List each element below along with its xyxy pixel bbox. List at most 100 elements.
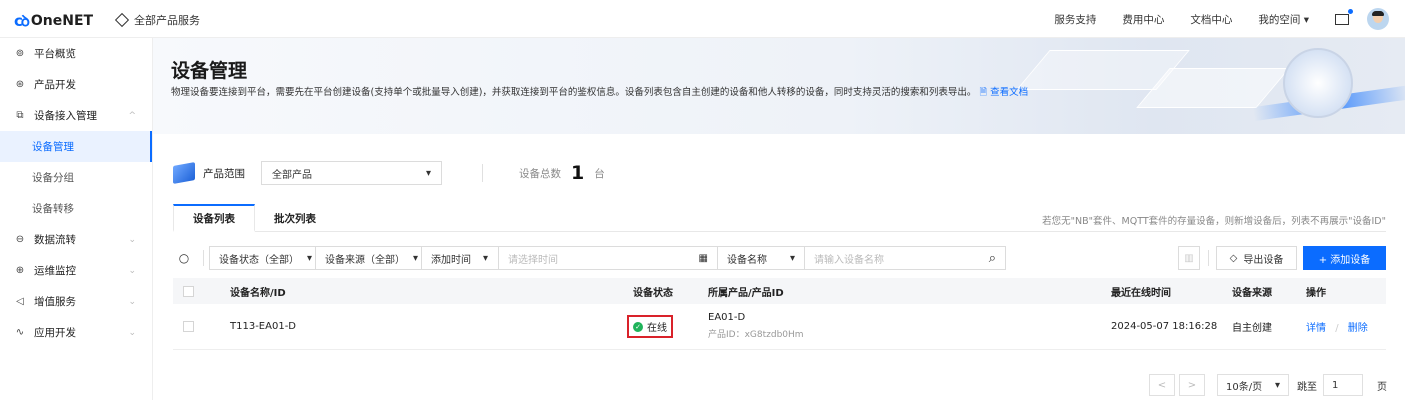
view-docs-link[interactable]: 🗎 查看文档	[979, 87, 1028, 98]
detail-link[interactable]: 详情	[1306, 323, 1326, 334]
chevron-down-icon: ⌄	[128, 234, 136, 245]
sidebar-item-overview[interactable]: ⊚ 平台概览	[0, 38, 152, 69]
sidebar: ⊚ 平台概览 ⊛ 产品开发 ⧉ 设备接入管理 ^ 设备管理 设备分组 设备转移 …	[0, 38, 153, 400]
add-time-field-select[interactable]: 添加时间 ▾	[421, 246, 499, 270]
delete-batch-button[interactable]: ▥	[1178, 246, 1200, 270]
avatar[interactable]	[1367, 8, 1389, 30]
sidebar-item-ops-monitor[interactable]: ⊕ 运维监控 ⌄	[0, 255, 152, 286]
sidebar-item-label: 设备接入管理	[34, 110, 97, 122]
device-status-filter-label: 设备状态（全部）	[219, 254, 299, 266]
mail-icon[interactable]	[1335, 8, 1353, 25]
caret-down-icon: ▾	[483, 252, 489, 264]
caret-down-icon: ▾	[789, 252, 795, 264]
page-title: 设备管理	[171, 60, 248, 82]
filter-bar: ○ 设备状态（全部） ▾ 设备来源（全部） ▾ 添加时间 ▾ 请选择时间 ▦ 设…	[173, 246, 1386, 270]
export-devices-label: 导出设备	[1243, 254, 1284, 266]
delete-link[interactable]: 删除	[1348, 323, 1368, 334]
tab-batch-list[interactable]: 批次列表	[255, 204, 335, 232]
device-table: 设备名称/ID 设备状态 所属产品/产品ID 最近在线时间 设备来源 操作 T1…	[173, 278, 1386, 350]
time-picker-input[interactable]: 请选择时间 ▦	[498, 246, 718, 270]
goto-label: 跳至	[1297, 381, 1317, 393]
sidebar-item-label: 产品开发	[34, 79, 76, 91]
sidebar-item-label: 增值服务	[34, 296, 76, 308]
header-last-online: 最近在线时间	[1111, 287, 1171, 299]
header-actions: 操作	[1306, 287, 1326, 299]
onenet-logo[interactable]: cꝺ OneNET	[14, 11, 93, 31]
device-status-filter[interactable]: 设备状态（全部） ▾	[209, 246, 323, 270]
product-id: 产品ID：xG8tzdb0Hm	[708, 330, 804, 340]
table-row: T113-EA01-D ✓ 在线 EA01-D 产品ID：xG8tzdb0Hm …	[173, 304, 1386, 350]
page-size-value: 10条/页	[1226, 381, 1263, 393]
trash-icon: ▥	[1184, 252, 1194, 264]
select-all-checkbox[interactable]	[183, 285, 194, 297]
product-scope-select[interactable]: 全部产品 ▾	[261, 161, 442, 185]
device-name-search-input[interactable]: 请输入设备名称 ⌕	[804, 246, 1006, 270]
product-name: EA01-D	[708, 312, 746, 323]
action-separator: /	[1335, 323, 1339, 334]
device-source: 自主创建	[1232, 323, 1272, 334]
prev-page-button[interactable]: <	[1149, 374, 1175, 396]
divider	[203, 250, 204, 266]
all-products-menu[interactable]: 全部产品服务	[114, 12, 200, 28]
actions-cell: 详情 / 删除	[1306, 319, 1368, 334]
logo-mark-icon: cꝺ	[14, 12, 30, 30]
tab-device-list[interactable]: 设备列表	[173, 204, 255, 232]
divider	[1208, 250, 1209, 266]
nav-docs-center[interactable]: 文档中心	[1190, 12, 1232, 27]
cube-icon	[173, 162, 195, 184]
nav-billing-center[interactable]: 费用中心	[1122, 12, 1164, 27]
app-dev-icon: ∿	[15, 327, 25, 338]
sidebar-sub-device-group[interactable]: 设备分组	[0, 162, 152, 193]
row-checkbox[interactable]	[183, 321, 194, 332]
list-tabs: 设备列表 批次列表 若您无"NB"套件、MQTT套件的存量设备，则新增设备后，列…	[173, 204, 1386, 232]
sidebar-item-label: 应用开发	[34, 327, 76, 339]
refresh-icon: ○	[178, 251, 190, 265]
sidebar-sub-device-transfer[interactable]: 设备转移	[0, 193, 152, 224]
search-field-select[interactable]: 设备名称 ▾	[717, 246, 805, 270]
export-icon: ◇	[1229, 252, 1238, 264]
sidebar-item-product-dev[interactable]: ⊛ 产品开发	[0, 69, 152, 100]
product-cell: EA01-D 产品ID：xG8tzdb0Hm	[708, 312, 804, 340]
product-dev-icon: ⊛	[15, 79, 25, 90]
chevron-down-icon: ⌄	[128, 296, 136, 307]
value-added-icon: ◁	[16, 296, 24, 307]
header-device-name: 设备名称/ID	[230, 287, 286, 299]
sidebar-item-value-added[interactable]: ◁ 增值服务 ⌄	[0, 286, 152, 317]
table-header: 设备名称/ID 设备状态 所属产品/产品ID 最近在线时间 设备来源 操作	[173, 278, 1386, 304]
top-nav: 服务支持 费用中心 文档中心 我的空间 ▾	[1054, 0, 1405, 38]
description-text: 物理设备要连接到平台，需要先在平台创建设备(支持单个或批量导入创建)，并获取连接…	[171, 87, 977, 98]
export-devices-button[interactable]: ◇ 导出设备	[1216, 246, 1297, 270]
search-field-label: 设备名称	[727, 254, 767, 266]
chevron-down-icon: ⌄	[128, 265, 136, 276]
caret-down-icon: ▾	[413, 252, 419, 264]
refresh-button[interactable]: ○	[173, 246, 195, 270]
device-source-filter[interactable]: 设备来源（全部） ▾	[315, 246, 429, 270]
sidebar-sub-device-management[interactable]: 设备管理	[0, 131, 152, 162]
caret-down-icon: ▾	[1274, 379, 1280, 391]
sidebar-item-data-flow[interactable]: ⊖ 数据流转 ⌄	[0, 224, 152, 255]
diamond-icon	[114, 12, 130, 28]
logo-text: OneNET	[30, 13, 94, 29]
next-page-button[interactable]: >	[1179, 374, 1205, 396]
list-hint: 若您无"NB"套件、MQTT套件的存量设备，则新增设备后，列表不再展示"设备ID…	[1042, 216, 1386, 227]
device-access-icon: ⧉	[16, 110, 24, 121]
search-icon[interactable]: ⌕	[989, 251, 996, 266]
header-product: 所属产品/产品ID	[708, 287, 784, 299]
device-name[interactable]: T113-EA01-D	[230, 321, 296, 332]
chevron-up-icon: ^	[128, 110, 136, 121]
add-device-button[interactable]: + 添加设备	[1303, 246, 1386, 270]
goto-page-input[interactable]: 1	[1323, 374, 1363, 396]
sidebar-item-app-dev[interactable]: ∿ 应用开发 ⌄	[0, 317, 152, 348]
nav-my-space[interactable]: 我的空间 ▾	[1258, 12, 1309, 27]
sidebar-item-label: 运维监控	[34, 265, 76, 277]
nav-service-support[interactable]: 服务支持	[1054, 12, 1096, 27]
ops-monitor-icon: ⊕	[15, 265, 25, 276]
status-badge: ✓ 在线	[627, 315, 673, 338]
page-size-select[interactable]: 10条/页 ▾	[1217, 374, 1289, 396]
all-products-label: 全部产品服务	[134, 14, 200, 27]
device-name-placeholder: 请输入设备名称	[814, 254, 884, 266]
sidebar-item-device-access[interactable]: ⧉ 设备接入管理 ^	[0, 100, 152, 131]
top-bar: cꝺ OneNET 全部产品服务 服务支持 费用中心 文档中心 我的空间 ▾	[0, 0, 1405, 38]
page-banner: 设备管理 物理设备要连接到平台，需要先在平台创建设备(支持单个或批量导入创建)，…	[153, 38, 1405, 134]
product-scope: 产品范围 全部产品 ▾ 设备总数 1 台	[173, 161, 605, 185]
